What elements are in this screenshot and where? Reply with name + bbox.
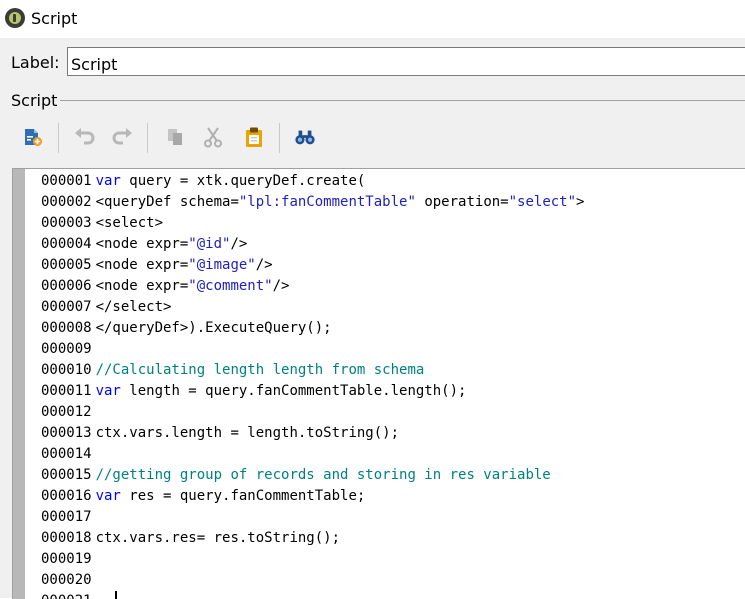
section-divider — [60, 100, 745, 101]
code-token: var — [95, 488, 121, 504]
code-token: "select" — [508, 194, 577, 210]
line-number: 000017 — [41, 509, 92, 525]
editor-gutter — [13, 169, 25, 599]
code-token: /> — [230, 236, 248, 252]
label-input[interactable] — [67, 47, 745, 76]
code-line[interactable]: 000010//Calculating length length from s… — [41, 360, 584, 381]
code-line[interactable]: 000011 var length = query.fanCommentTable… — [41, 381, 584, 402]
line-number: 000013 — [41, 425, 92, 441]
line-number: 000006 — [41, 278, 92, 294]
code-token: ctx.vars.length = length.toString(); — [95, 425, 400, 441]
toolbar-separator — [58, 123, 59, 153]
dialog-body: Label: Script Script 000001 var query = … — [0, 38, 745, 599]
line-number: 000011 — [41, 383, 92, 399]
code-line[interactable]: 000012 — [41, 402, 584, 423]
code-token: //getting group of records and storing i… — [95, 467, 551, 483]
app-logo-icon — [5, 8, 25, 28]
code-token: operation= — [415, 194, 509, 210]
code-token: > — [576, 194, 585, 210]
code-line[interactable]: 000005 <node expr="@image"/> — [41, 255, 584, 276]
code-line[interactable]: 000016 var res = query.fanCommentTable; — [41, 486, 584, 507]
line-number: 000021 — [41, 593, 92, 599]
paste-icon — [246, 127, 262, 147]
insert-field-button[interactable] — [22, 126, 44, 148]
copy-icon — [168, 129, 182, 145]
paste-button[interactable] — [243, 126, 265, 148]
code-line[interactable]: 000017 — [41, 507, 584, 528]
title-bar: Script — [0, 0, 745, 38]
line-number: 000010 — [41, 362, 92, 378]
code-token: <node expr= — [95, 278, 189, 294]
line-number: 000015 — [41, 467, 92, 483]
line-number: 000001 — [41, 173, 92, 189]
code-line[interactable]: 000001 var query = xtk.queryDef.create( — [41, 171, 584, 192]
code-token: var — [95, 173, 121, 189]
line-number: 000002 — [41, 194, 92, 210]
code-line[interactable]: 000020 — [41, 570, 584, 591]
code-token: var — [95, 383, 121, 399]
redo-icon — [112, 128, 132, 145]
code-line[interactable]: 000019 — [41, 549, 584, 570]
code-line[interactable]: 000006 <node expr="@comment"/> — [41, 276, 584, 297]
code-token: res = query.fanCommentTable; — [120, 488, 366, 504]
code-token: "@comment" — [188, 278, 273, 294]
script-editor[interactable]: 000001 var query = xtk.queryDef.create(00… — [12, 168, 745, 599]
line-number: 000018 — [41, 530, 92, 546]
script-section-title: Script — [11, 91, 58, 110]
redo-button[interactable] — [111, 126, 133, 148]
code-token: "@image" — [188, 257, 256, 273]
code-line[interactable]: 000009 — [41, 339, 584, 360]
find-button[interactable] — [294, 126, 316, 148]
code-token: <node expr= — [95, 257, 189, 273]
code-line[interactable]: 000014 — [41, 444, 584, 465]
line-number: 000004 — [41, 236, 92, 252]
code-line[interactable]: 000013 ctx.vars.length = length.toString(… — [41, 423, 584, 444]
line-number: 000012 — [41, 404, 92, 420]
line-number: 000014 — [41, 446, 92, 462]
code-token: ctx.vars.res= res.toString(); — [95, 530, 341, 546]
code-token: <select> — [95, 215, 164, 231]
code-line[interactable]: 000007 </select> — [41, 297, 584, 318]
code-line[interactable]: 000008 </queryDef>).ExecuteQuery(); — [41, 318, 584, 339]
code-line[interactable]: 000003 <select> — [41, 213, 584, 234]
line-number: 000005 — [41, 257, 92, 273]
line-number: 000003 — [41, 215, 92, 231]
cut-button[interactable] — [202, 126, 224, 148]
cut-icon — [204, 127, 222, 148]
line-number: 000020 — [41, 572, 92, 588]
line-number: 000007 — [41, 299, 92, 315]
toolbar-separator — [279, 123, 280, 153]
code-token: </select> — [95, 299, 172, 315]
undo-icon — [75, 128, 95, 145]
code-token: </queryDef>).ExecuteQuery(); — [95, 320, 332, 336]
line-number: 000016 — [41, 488, 92, 504]
code-token: //Calculating length length from schema — [95, 362, 425, 378]
code-token: "lpl:fanCommentTable" — [238, 194, 416, 210]
find-binoculars-icon — [295, 130, 315, 145]
code-token: "@id" — [188, 236, 231, 252]
line-number: 000019 — [41, 551, 92, 567]
code-token: /> — [272, 278, 290, 294]
toolbar-separator — [147, 123, 148, 153]
code-token: query = xtk.queryDef.create( — [120, 173, 366, 189]
window-title: Script — [31, 9, 78, 28]
code-token: <queryDef schema= — [95, 194, 239, 210]
code-line[interactable]: 000018 ctx.vars.res= res.toString(); — [41, 528, 584, 549]
code-line[interactable]: 000002 <queryDef schema="lpl:fanCommentTa… — [41, 192, 584, 213]
line-number: 000008 — [41, 320, 92, 336]
code-lines: 000001 var query = xtk.queryDef.create(00… — [41, 171, 584, 599]
undo-button[interactable] — [74, 126, 96, 148]
code-token: <node expr= — [95, 236, 189, 252]
label-caption: Label: — [11, 53, 60, 72]
copy-button[interactable] — [164, 126, 186, 148]
code-line[interactable]: 000015//getting group of records and sto… — [41, 465, 584, 486]
editor-toolbar — [14, 120, 745, 156]
line-number: 000009 — [41, 341, 92, 357]
insert-field-icon — [25, 129, 42, 146]
code-token: length = query.fanCommentTable.length(); — [120, 383, 467, 399]
code-line[interactable]: 000004 <node expr="@id"/> — [41, 234, 584, 255]
code-token: /> — [255, 257, 273, 273]
